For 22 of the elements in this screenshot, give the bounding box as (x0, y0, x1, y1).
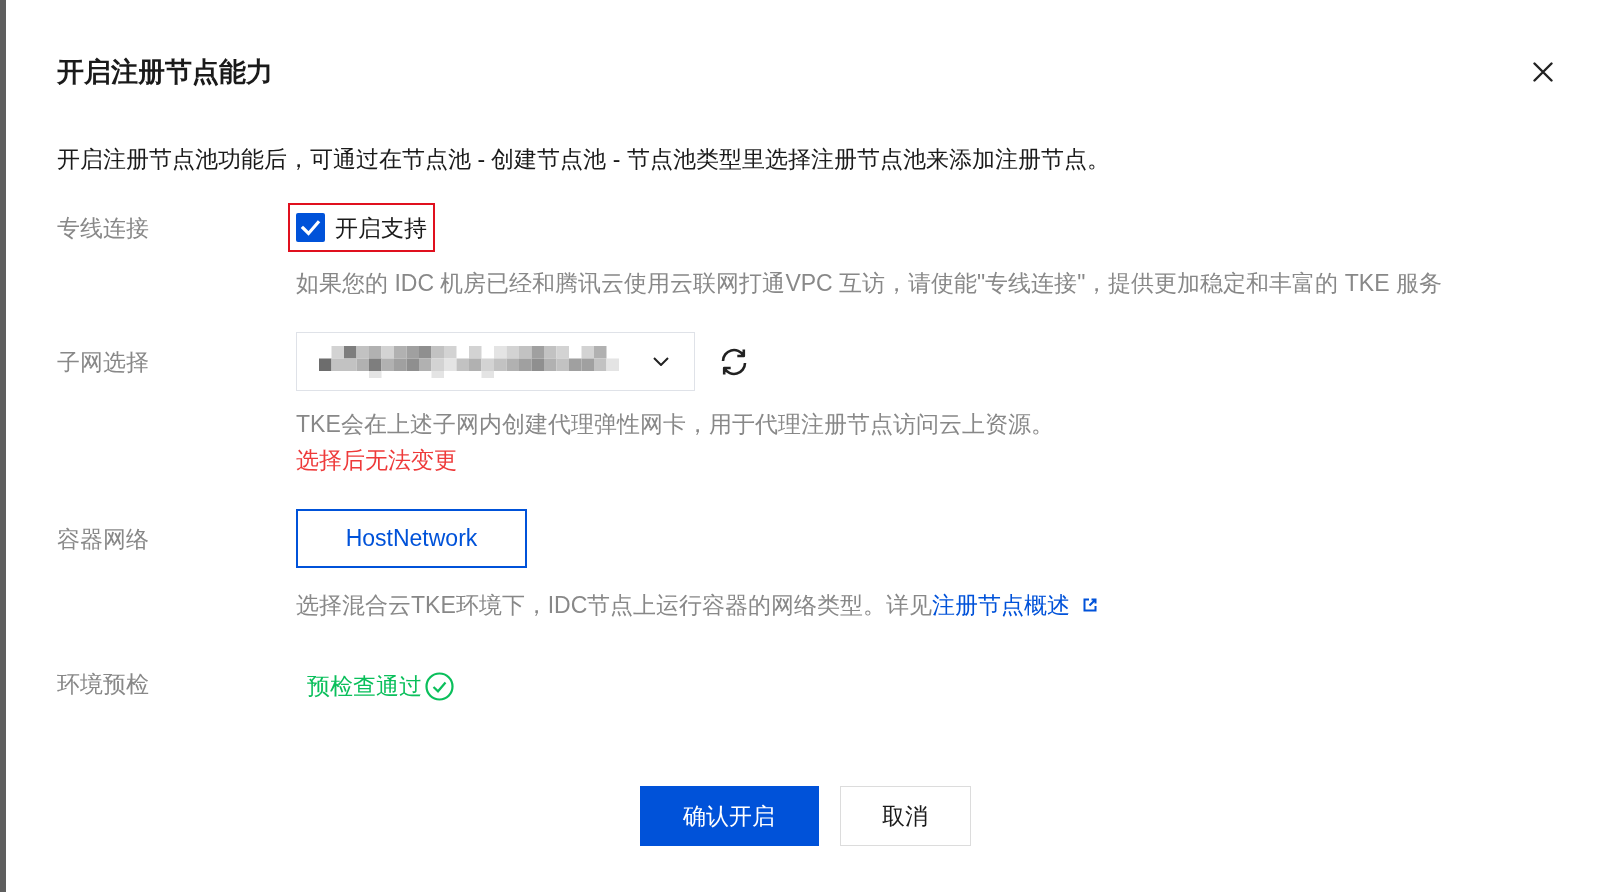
checkbox-icon[interactable] (296, 213, 325, 242)
refresh-icon[interactable] (719, 346, 749, 377)
subnet-select[interactable] (296, 332, 695, 391)
field-label: 环境预检 (57, 670, 150, 699)
status-text: 预检查通过 (307, 672, 422, 701)
checkbox-option[interactable]: 开启支持 (296, 211, 427, 244)
help-text: 选择混合云TKE环境下，IDC节点上运行容器的网络类型。详见注册节点概述 (296, 588, 1099, 622)
description-text: 开启注册节点池功能后，可通过在节点池 - 创建节点池 - 节点池类型里选择注册节点池来添加注册节点。 (57, 145, 1111, 174)
help-text: TKE会在上述子网内创建代理弹性网卡，用于代理注册节点访问云上资源。 (296, 410, 1054, 439)
field-label: 容器网络 (57, 524, 150, 554)
doc-link[interactable]: 注册节点概述 (932, 588, 1099, 622)
field-label: 专线连接 (57, 213, 150, 243)
dialog-title: 开启注册节点能力 (57, 56, 273, 89)
network-mode-option[interactable]: HostNetwork (296, 509, 527, 568)
chevron-down-icon (653, 357, 669, 366)
warning-text: 选择后无法变更 (296, 446, 458, 475)
close-icon[interactable] (1533, 62, 1553, 82)
help-text: 如果您的 IDC 机房已经和腾讯云使用云联网打通VPC 互访，请使能"专线连接"，提供更加稳定和丰富的 TKE 服务 (296, 269, 1442, 298)
cancel-button[interactable]: 取消 (839, 786, 971, 846)
external-link-icon (1082, 597, 1099, 613)
field-label: 子网选择 (57, 347, 150, 377)
confirm-button[interactable]: 确认开启 (639, 786, 819, 846)
